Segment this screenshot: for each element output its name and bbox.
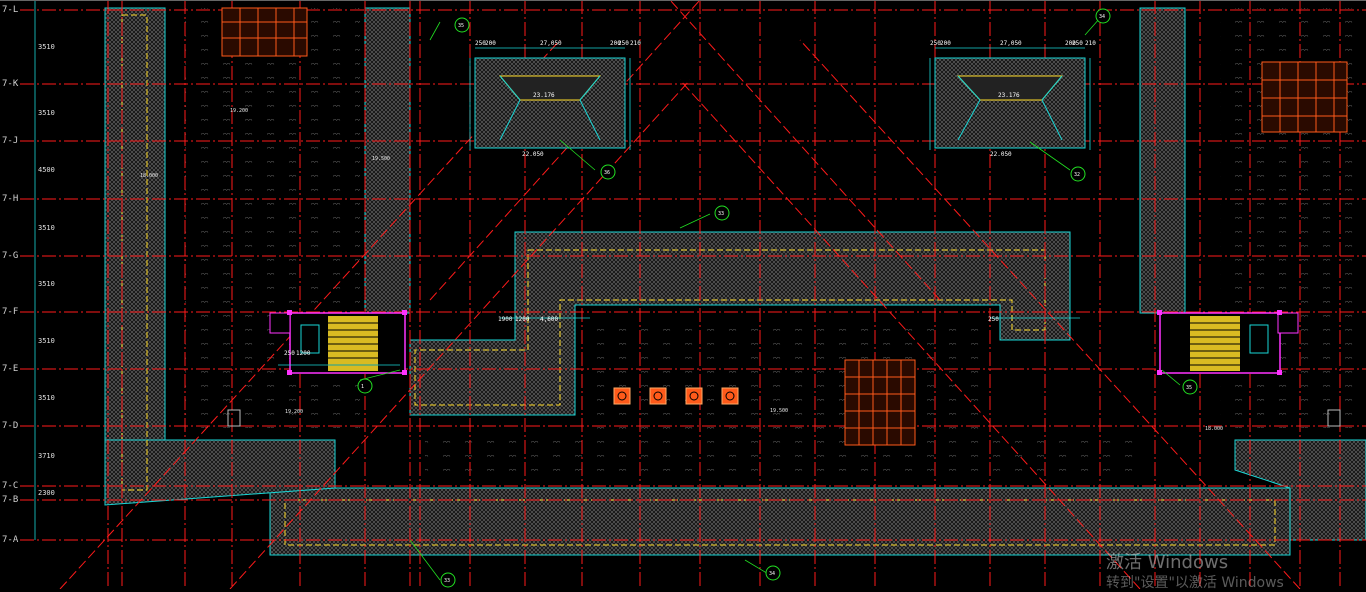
row-spacing-label: 3510 — [38, 336, 55, 345]
grid-axis-label: 7-K — [2, 79, 19, 89]
roof-elevation-text: 23.176 — [998, 92, 1020, 99]
row-spacing-label: 3710 — [38, 452, 55, 460]
dimension-text: 210 — [1085, 40, 1096, 47]
callout-number: 33 — [444, 578, 450, 584]
row-spacing-label: 3510 — [38, 223, 55, 232]
stair-dimension-text: 1900 — [498, 316, 513, 323]
grid-axis-label: 7-D — [2, 421, 19, 431]
callout-number: 32 — [1074, 172, 1080, 178]
dimension-text: 210 — [630, 40, 641, 47]
callout-number: 36 — [604, 170, 610, 176]
grid-axis-label: 7-F — [2, 307, 19, 317]
skylight-right — [934, 57, 1086, 149]
level-text: 18.000 — [1205, 426, 1223, 432]
dimension-text: 27,050 — [540, 40, 562, 47]
callout-number: 35 — [1186, 385, 1192, 391]
stair-core-left — [269, 312, 406, 374]
dimension-text: 250 — [618, 40, 629, 47]
activation-watermark-subtitle: 转到"设置"以激活 Windows — [1106, 575, 1284, 591]
grid-axis-label: 7-B — [2, 495, 19, 505]
callout-number: 34 — [1099, 14, 1105, 20]
row-spacing-label: 2300 — [38, 489, 55, 497]
callout-number: 33 — [718, 211, 724, 217]
cad-drawing: ⌒⌒ — [0, 0, 1366, 589]
grid-axis-label: 7-J — [2, 136, 19, 146]
level-text: 18.000 — [140, 173, 158, 179]
grid-axis-label: 7-L — [2, 5, 19, 15]
plant-unit-4 — [721, 387, 739, 405]
trellis-top-left — [221, 7, 308, 57]
level-text: 19.500 — [770, 408, 788, 414]
grid-axis-label: 7-A — [2, 535, 19, 545]
plant-unit-2 — [649, 387, 667, 405]
dimension-text: 250 — [1072, 40, 1083, 47]
stair-dimension-text: 4,600 — [540, 316, 558, 323]
callout-number: 1 — [361, 384, 364, 390]
grid-axis-label: 7-E — [2, 364, 19, 374]
callout-number: 35 — [458, 23, 464, 29]
dimension-text: 200 — [940, 40, 951, 47]
row-spacing-label: 3510 — [38, 280, 55, 288]
plant-unit-1 — [613, 387, 631, 405]
row-spacing-label: 3510 — [38, 43, 55, 51]
stair-core-right — [1159, 312, 1299, 374]
stair-dimension-text: 250 — [988, 316, 999, 323]
row-spacing-label: 3510 — [38, 393, 55, 402]
roof-elevation-text: 23.176 — [533, 92, 555, 99]
trellis-top-right — [1261, 61, 1348, 133]
grid-axis-label: 7-H — [2, 194, 19, 204]
dimension-text: 27,050 — [1000, 40, 1022, 47]
row-spacing-label: 4500 — [38, 166, 55, 174]
trellis-center — [844, 359, 916, 446]
skylight-left — [474, 57, 626, 149]
stair-dimension-text: 1200 — [515, 316, 530, 323]
level-text: 19.200 — [285, 409, 303, 415]
grid-axis-label: 7-C — [2, 481, 19, 491]
callout-number: 34 — [769, 571, 775, 577]
ridge-elevation-text: 22.050 — [522, 151, 544, 158]
level-text: 19.500 — [372, 156, 390, 162]
ridge-elevation-text: 22.050 — [990, 151, 1012, 158]
level-text: 19.200 — [230, 108, 248, 114]
activation-watermark-title: 激活 Windows — [1106, 552, 1229, 573]
stair-dimension-text: 250 — [284, 350, 295, 357]
stair-dimension-text: 1200 — [296, 350, 311, 357]
row-spacing-label: 3510 — [38, 108, 55, 117]
dimension-text: 200 — [485, 40, 496, 47]
plant-unit-3 — [685, 387, 703, 405]
grid-axis-label: 7-G — [2, 251, 19, 261]
